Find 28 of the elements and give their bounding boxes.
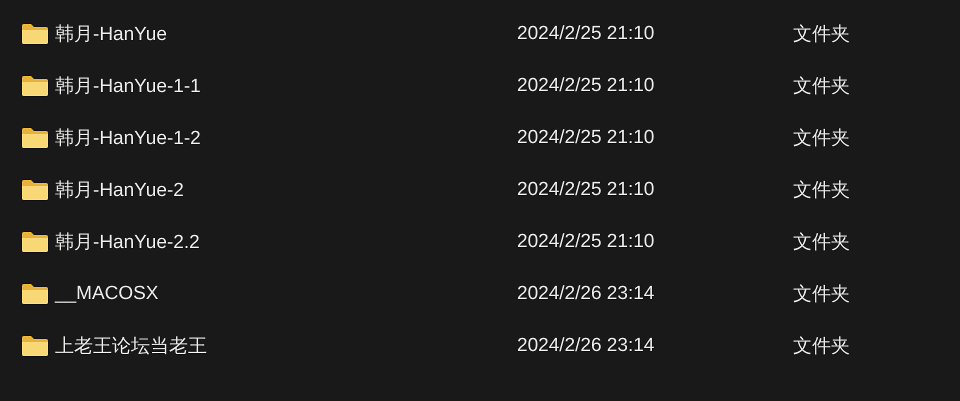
file-name: 韩月-HanYue-1-2 [55,127,202,151]
file-type: 文件夹 [793,231,851,255]
modified-date: 2024/2/26 23:14 [517,283,656,305]
folder-icon [22,76,48,96]
file-name: __MACOSX [55,283,160,305]
modified-date: 2024/2/26 23:14 [517,335,656,357]
folder-icon [22,232,48,252]
file-type: 文件夹 [793,335,851,359]
modified-date: 2024/2/25 21:10 [517,75,656,97]
file-name: 韩月-HanYue [55,23,168,47]
modified-date: 2024/2/25 21:10 [517,23,656,45]
file-name: 韩月-HanYue-2.2 [55,231,201,255]
folder-icon [22,24,48,44]
file-name: 韩月-HanYue-2 [55,179,185,203]
file-type: 文件夹 [793,75,851,99]
modified-date: 2024/2/25 21:10 [517,127,656,149]
file-name: 韩月-HanYue-1-1 [55,75,202,99]
folder-icon [22,128,48,148]
folder-icon [22,180,48,200]
file-type: 文件夹 [793,179,851,203]
file-type: 文件夹 [793,127,851,151]
modified-date: 2024/2/25 21:10 [517,231,656,253]
modified-date: 2024/2/25 21:10 [517,179,656,201]
folder-icon [22,284,48,304]
file-type: 文件夹 [793,23,851,47]
file-name: 上老王论坛当老王 [55,335,208,359]
file-type: 文件夹 [793,283,851,307]
folder-icon [22,336,48,356]
